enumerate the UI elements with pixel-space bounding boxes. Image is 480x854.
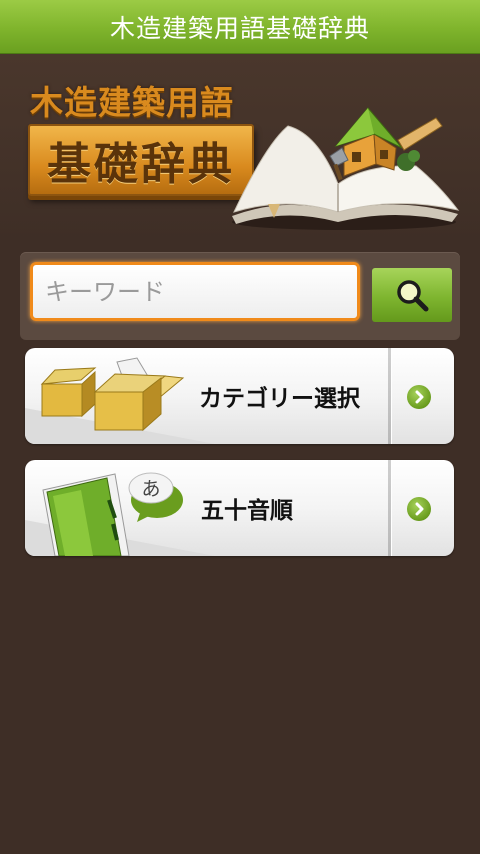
- divider: [388, 348, 392, 444]
- open-book-house-icon: [232, 107, 460, 230]
- kana-notebook-icon: [25, 472, 215, 556]
- app-title: 木造建築用語基礎辞典: [109, 13, 370, 43]
- gojuon-order-label: 五十音順: [201, 498, 293, 524]
- gojuon-order-button[interactable]: あ 五十音順: [25, 460, 454, 556]
- chevron-right-icon: [407, 497, 431, 521]
- logo-line1: 木造建築用語: [30, 83, 234, 122]
- kana-bubble-text: あ: [141, 478, 161, 500]
- search-input[interactable]: [30, 262, 360, 321]
- boxes-icon: [25, 357, 215, 444]
- chevron-right-icon: [407, 385, 431, 409]
- category-select-button[interactable]: カテゴリー選択: [25, 348, 454, 444]
- title-bar: 木造建築用語基礎辞典: [0, 0, 480, 54]
- divider: [388, 460, 392, 556]
- logo-line2: 基礎辞典: [47, 139, 235, 190]
- header-banner: 木造建築用語 基礎辞典: [0, 54, 480, 244]
- logo-wood-block: 基礎辞典: [28, 124, 254, 196]
- search-icon: [397, 280, 429, 312]
- search-panel: [20, 252, 460, 340]
- category-select-label: カテゴリー選択: [199, 386, 360, 412]
- search-button[interactable]: [372, 268, 452, 322]
